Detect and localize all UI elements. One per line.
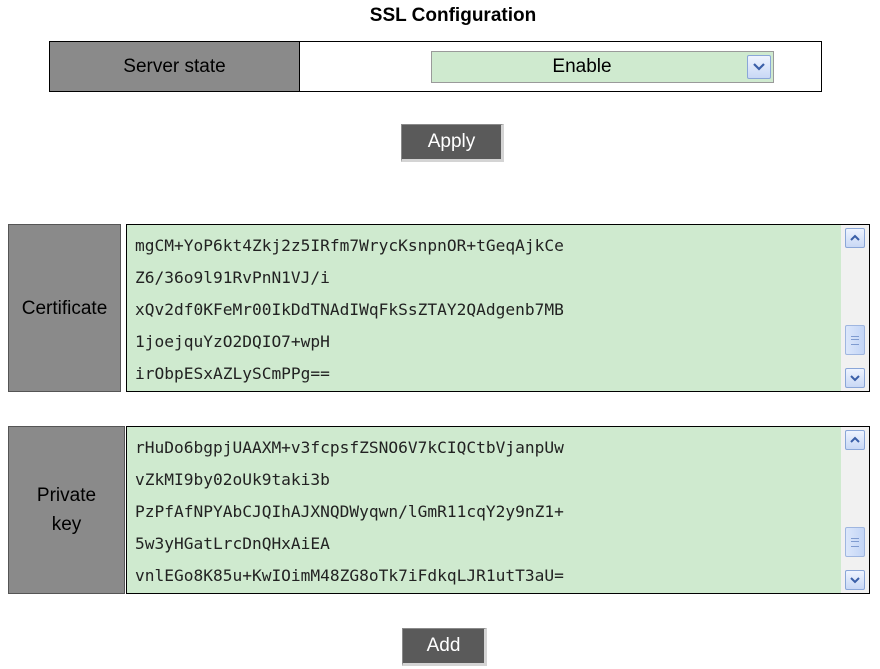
certificate-row: Certificate mgCM+YoP6kt4Zkj2z5IRfm7WrycK… — [8, 224, 880, 394]
certificate-label: Certificate — [8, 224, 121, 392]
server-state-select[interactable]: Enable — [431, 51, 774, 83]
add-button[interactable]: Add — [402, 628, 487, 666]
server-state-value: Enable — [552, 56, 612, 77]
certificate-textarea[interactable]: mgCM+YoP6kt4Zkj2z5IRfm7WrycKsnpnOR+tGeqA… — [126, 224, 870, 392]
scroll-up-icon[interactable] — [845, 430, 865, 450]
page-title: SSL Configuration — [369, 5, 537, 26]
scroll-thumb[interactable] — [845, 527, 865, 557]
server-state-row: Server state Enable — [49, 41, 822, 92]
scroll-down-icon[interactable] — [845, 570, 865, 590]
private-key-textarea[interactable]: rHuDo6bgpjUAAXM+v3fcpsfZSNO6V7kCIQCtbVja… — [126, 426, 870, 594]
scroll-down-icon[interactable] — [845, 368, 865, 388]
server-state-label: Server state — [50, 42, 300, 91]
private-key-text[interactable]: rHuDo6bgpjUAAXM+v3fcpsfZSNO6V7kCIQCtbVja… — [135, 432, 847, 592]
scroll-thumb[interactable] — [845, 325, 865, 355]
certificate-scrollbar[interactable] — [841, 225, 869, 391]
private-key-row: Private key rHuDo6bgpjUAAXM+v3fcpsfZSNO6… — [8, 426, 880, 596]
scroll-up-icon[interactable] — [845, 228, 865, 248]
certificate-text[interactable]: mgCM+YoP6kt4Zkj2z5IRfm7WrycKsnpnOR+tGeqA… — [135, 230, 847, 390]
apply-button[interactable]: Apply — [401, 124, 504, 162]
chevron-down-icon[interactable] — [747, 55, 771, 79]
private-key-scrollbar[interactable] — [841, 427, 869, 593]
private-key-label: Private key — [8, 426, 125, 594]
